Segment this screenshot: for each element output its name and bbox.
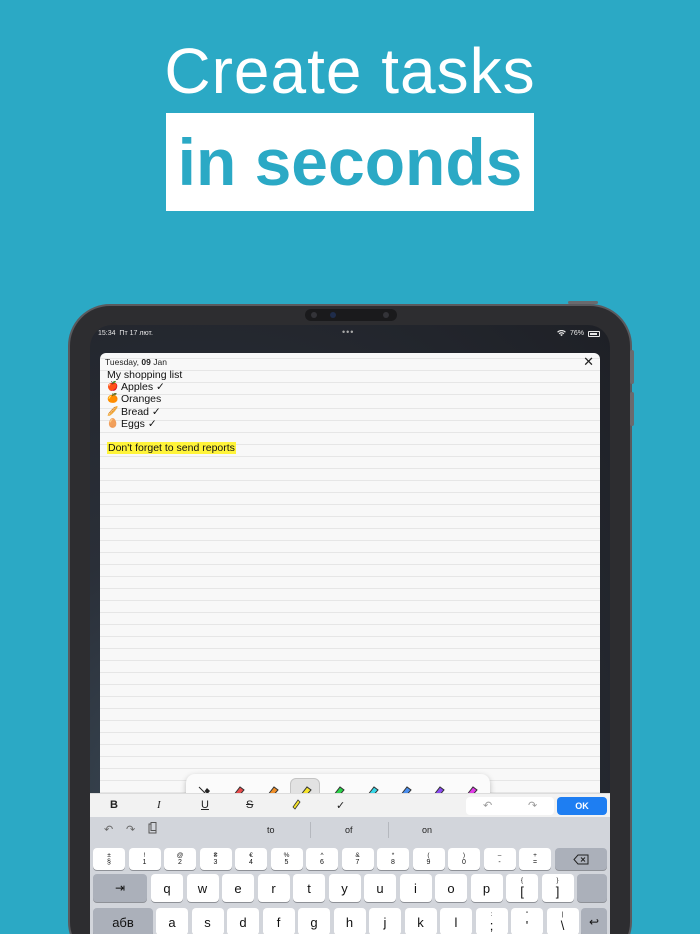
highlighter-button[interactable] — [290, 798, 302, 813]
key-bracket[interactable]: {[ — [506, 874, 538, 902]
key-2[interactable]: @2 — [164, 848, 196, 870]
key-g[interactable]: g — [298, 908, 330, 934]
key-d[interactable]: d — [227, 908, 259, 934]
key-1[interactable]: ! 1 — [128, 848, 161, 870]
suggestion-2[interactable]: of — [345, 825, 353, 835]
multitask-dots[interactable]: ••• — [342, 327, 354, 337]
redo-icon[interactable]: ↷ — [528, 799, 537, 812]
list-item: 🥚 Eggs ✓ — [107, 417, 157, 430]
key-4[interactable]: €4 — [235, 848, 267, 870]
suggestion-1[interactable]: to — [267, 825, 275, 835]
lang-key[interactable]: абв — [93, 908, 153, 934]
apple-icon: 🍎 — [107, 382, 119, 393]
bread-icon: 🥖 — [107, 406, 119, 417]
key-6[interactable]: ^ 6 — [306, 848, 338, 870]
undo-redo-group: ↶ ↷ — [466, 797, 554, 815]
ipad-screen: 15:34 Пт 17 лют. ••• 76% Tuesday, 09 Jan… — [90, 325, 610, 934]
status-bar: 15:34 Пт 17 лют. ••• 76% — [90, 325, 610, 341]
key-bracket[interactable]: }] — [541, 874, 574, 902]
headline-box: in seconds — [166, 113, 534, 211]
key-8[interactable]: * 8 — [377, 848, 409, 870]
italic-button[interactable]: I — [157, 799, 161, 811]
headline: Create tasks — [164, 35, 536, 107]
ok-button[interactable]: OK — [557, 797, 607, 815]
camera-bar — [305, 309, 397, 321]
key-9[interactable]: (9 — [412, 848, 445, 870]
key-u[interactable]: u — [364, 874, 396, 902]
strikethrough-button[interactable]: S — [246, 799, 253, 811]
delete-icon — [573, 854, 589, 864]
suggestion-3[interactable]: on — [422, 825, 432, 835]
list-item: 🥖 Bread ✓ — [107, 405, 161, 418]
key-j[interactable]: j — [369, 908, 401, 934]
checkmark-button[interactable]: ✓ — [336, 799, 345, 812]
key-5[interactable]: % 5 — [270, 848, 303, 870]
orange-icon: 🍊 — [107, 394, 119, 405]
key-k[interactable]: k — [404, 908, 437, 934]
close-icon[interactable]: ✕ — [583, 354, 594, 370]
key-punct[interactable]: " ' — [511, 908, 543, 934]
note-date: Tuesday, 09 Jan — [105, 357, 167, 367]
note-title: My shopping list — [107, 369, 183, 381]
key-f[interactable]: f — [262, 908, 295, 934]
key-punct[interactable]: :; — [475, 908, 508, 934]
tab-icon: ⇥ — [114, 881, 126, 895]
clipboard-icon[interactable] — [148, 822, 158, 836]
key-a[interactable]: a — [156, 908, 188, 934]
key-h[interactable]: h — [333, 908, 366, 934]
key-i[interactable]: i — [399, 874, 432, 902]
headline-emphasis: in seconds — [177, 125, 523, 199]
note-body[interactable]: My shopping list 🍎 Apples ✓ 🍊 Oranges 🥖 Bre… — [107, 369, 236, 455]
key-q[interactable]: q — [151, 874, 183, 902]
key-3[interactable]: ₴ 3 — [199, 848, 232, 870]
list-item: 🍊 Oranges — [107, 393, 162, 406]
key-§[interactable]: ± § — [93, 848, 125, 870]
top-button — [568, 301, 598, 304]
key-s[interactable]: s — [191, 908, 224, 934]
side-button — [630, 350, 634, 384]
highlighted-line: Don't forget to send reports — [107, 442, 236, 455]
battery-percent: 76% — [569, 330, 584, 337]
key-l[interactable]: l — [440, 908, 472, 934]
tab-key[interactable]: ⇥ — [93, 874, 147, 902]
note-sheet[interactable]: Tuesday, 09 Jan ✕ My shopping list 🍎 Appl… — [100, 353, 600, 823]
status-time: 15:34 Пт 17 лют. — [98, 330, 153, 337]
highlighter-icon — [292, 799, 301, 810]
bold-button[interactable]: B — [110, 799, 118, 811]
return-key[interactable]: ↩ — [581, 908, 607, 934]
list-item: 🍎 Apples ✓ — [107, 381, 165, 394]
key-t[interactable]: t — [293, 874, 325, 902]
battery-icon — [588, 330, 600, 337]
key--[interactable]: – - — [483, 848, 516, 870]
key-punct[interactable]: | \ — [546, 908, 579, 934]
keyboard: ↶ ↷ to of on ± §! 1 @2 ₴ 3 €4% 5 ^ 6 & 7 * 8(9) 0– - + = ⇥… — [90, 817, 610, 934]
side-button — [630, 392, 634, 426]
return-icon: ↩ — [588, 915, 600, 929]
key-=[interactable]: + = — [519, 848, 551, 870]
undo-icon[interactable]: ↶ — [483, 799, 492, 812]
highlighted-text: Don't forget to send reports — [107, 442, 236, 455]
key-o[interactable]: o — [435, 874, 467, 902]
kb-redo-icon[interactable]: ↷ — [126, 823, 135, 836]
format-toolbar: B I U S ✓ ↶ ↷ OK — [90, 793, 610, 817]
delete-key[interactable] — [555, 848, 607, 870]
underline-button[interactable]: U — [201, 799, 209, 811]
suggestion-bar: ↶ ↷ to of on — [90, 817, 610, 843]
return-key-upper[interactable] — [577, 874, 607, 902]
key-7[interactable]: & 7 — [341, 848, 374, 870]
wifi-icon — [557, 330, 566, 337]
key-e[interactable]: e — [222, 874, 254, 902]
kb-undo-icon[interactable]: ↶ — [104, 823, 113, 836]
status-right: 76% — [557, 330, 600, 337]
egg-icon: 🥚 — [107, 418, 119, 429]
key-w[interactable]: w — [186, 874, 219, 902]
key-p[interactable]: p — [470, 874, 503, 902]
key-0[interactable]: ) 0 — [448, 848, 480, 870]
key-r[interactable]: r — [257, 874, 290, 902]
key-y[interactable]: y — [328, 874, 361, 902]
